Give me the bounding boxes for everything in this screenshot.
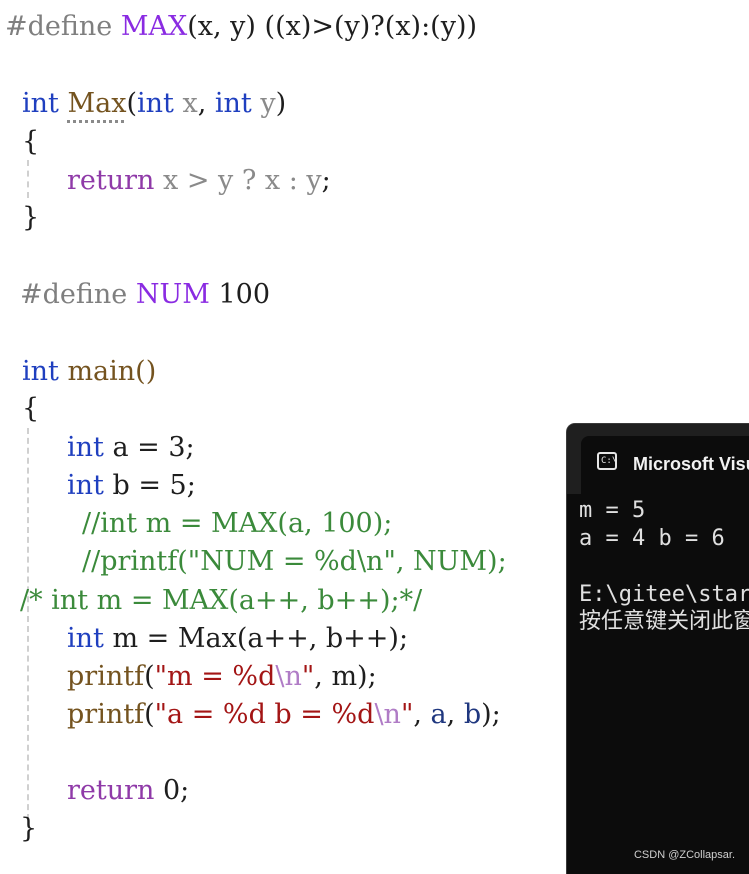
function-call[interactable]: printf [67, 661, 144, 692]
function-name[interactable]: Max [67, 88, 126, 119]
macro-name[interactable]: MAX [121, 11, 187, 42]
code-line-brace: } [22, 199, 39, 237]
close-brace: } [20, 813, 38, 844]
watermark: CSDN @ZCollapsar. [633, 849, 735, 861]
code-line-define-num: #define NUM 100 [20, 276, 270, 314]
console-tab[interactable]: C:\ Microsoft Visual Studio 调试控制台 [581, 436, 749, 494]
comment-text: //printf("NUM = %d\n", NUM); [82, 546, 507, 577]
code-line-int-a: int a = 3; [67, 429, 195, 467]
code-line-max-signature: int Max(int x, int y) [22, 85, 286, 123]
comma: , [413, 699, 431, 730]
console-output-line: a = 4 b = 6 [579, 526, 725, 551]
comment-text: /* int m = MAX(a++, b++);*/ [20, 585, 423, 616]
variable: b [463, 699, 482, 730]
return-keyword: return [67, 165, 155, 196]
return-keyword: return [67, 775, 155, 806]
statement: b = 5; [103, 470, 196, 501]
type-keyword: int [214, 88, 252, 119]
arguments: , m); [314, 661, 377, 692]
code-line-return-zero: return 0; [67, 772, 189, 810]
debug-console-window[interactable]: C:\ Microsoft Visual Studio 调试控制台 m = 5 … [566, 423, 749, 874]
escape-sequence: \n [275, 661, 302, 692]
function-name[interactable]: main() [59, 356, 156, 387]
code-line-main-signature: int main() [22, 353, 156, 391]
type-keyword: int [67, 470, 104, 501]
open-brace: { [22, 393, 40, 424]
code-line-int-b: int b = 5; [67, 467, 196, 505]
parameter: y [251, 88, 276, 119]
console-output-line: 按任意键关闭此窗口 [579, 609, 749, 634]
close-brace: } [22, 202, 40, 233]
type-keyword: int [22, 88, 59, 119]
console-title: Microsoft Visual Studio 调试控制台 [633, 454, 749, 474]
code-line-printf-ab: printf("a = %d b = %d\n", a, b); [67, 696, 501, 734]
code-line-comment: //int m = MAX(a, 100); [82, 505, 392, 543]
code-line-printf-m: printf("m = %d\n", m); [67, 658, 377, 696]
expression: x > y ? x : y [154, 165, 322, 196]
macro-body: ((x)>(y)?(x):(y)) [255, 11, 478, 42]
type-keyword: int [67, 432, 104, 463]
macro-params: (x, y) [187, 11, 256, 42]
code-line-int-m: int m = Max(a++, b++); [67, 620, 408, 658]
cmd-terminal-icon: C:\ [597, 452, 617, 470]
paren: ( [144, 699, 155, 730]
code-line-brace: { [22, 123, 39, 161]
indent-guide [27, 160, 29, 198]
type-keyword: int [22, 356, 59, 387]
comment-text: //int m = MAX(a, 100); [82, 508, 393, 539]
semicolon: ; [321, 165, 331, 196]
statement: a = 3; [103, 432, 195, 463]
console-output-line: m = 5 [579, 498, 646, 523]
macro-name[interactable]: NUM [136, 279, 210, 310]
statement: m = [103, 623, 178, 654]
code-line-brace: { [22, 390, 39, 428]
paren: ) [275, 88, 287, 119]
open-brace: { [22, 126, 40, 157]
variable: a [430, 699, 447, 730]
cmd-icon-glyph: C:\ [601, 456, 618, 466]
code-line-block-comment: /* int m = MAX(a++, b++);*/ [20, 582, 422, 620]
statement: 0; [154, 775, 190, 806]
arguments: (a++, b++); [236, 623, 409, 654]
console-titlebar[interactable]: C:\ Microsoft Visual Studio 调试控制台 [567, 424, 749, 494]
code-line-comment: //printf("NUM = %d\n", NUM); [82, 543, 507, 581]
paren: ( [126, 88, 137, 119]
macro-value: 100 [209, 279, 271, 310]
comma: , [446, 699, 464, 730]
string-literal: "m = %d [154, 661, 276, 692]
string-literal: "a = %d b = %d [154, 699, 375, 730]
code-line-brace: } [20, 810, 37, 848]
function-call[interactable]: printf [67, 699, 144, 730]
preprocessor-keyword: #define [5, 11, 113, 42]
function-call[interactable]: Max [178, 623, 237, 654]
console-output-line: E:\gitee\star [579, 582, 749, 607]
type-keyword: int [67, 623, 104, 654]
code-line-return-expr: return x > y ? x : y; [67, 162, 331, 200]
comma: , [197, 88, 215, 119]
paren: ( [144, 661, 155, 692]
parameter: x [173, 88, 198, 119]
code-line-define-max: #define MAX(x, y) ((x)>(y)?(x):(y)) [5, 8, 477, 46]
type-keyword: int [137, 88, 174, 119]
preprocessor-keyword: #define [20, 279, 128, 310]
string-quote: " [400, 699, 414, 730]
escape-sequence: \n [374, 699, 401, 730]
close-paren: ); [481, 699, 501, 730]
string-quote: " [301, 661, 315, 692]
indent-guide [27, 428, 29, 820]
